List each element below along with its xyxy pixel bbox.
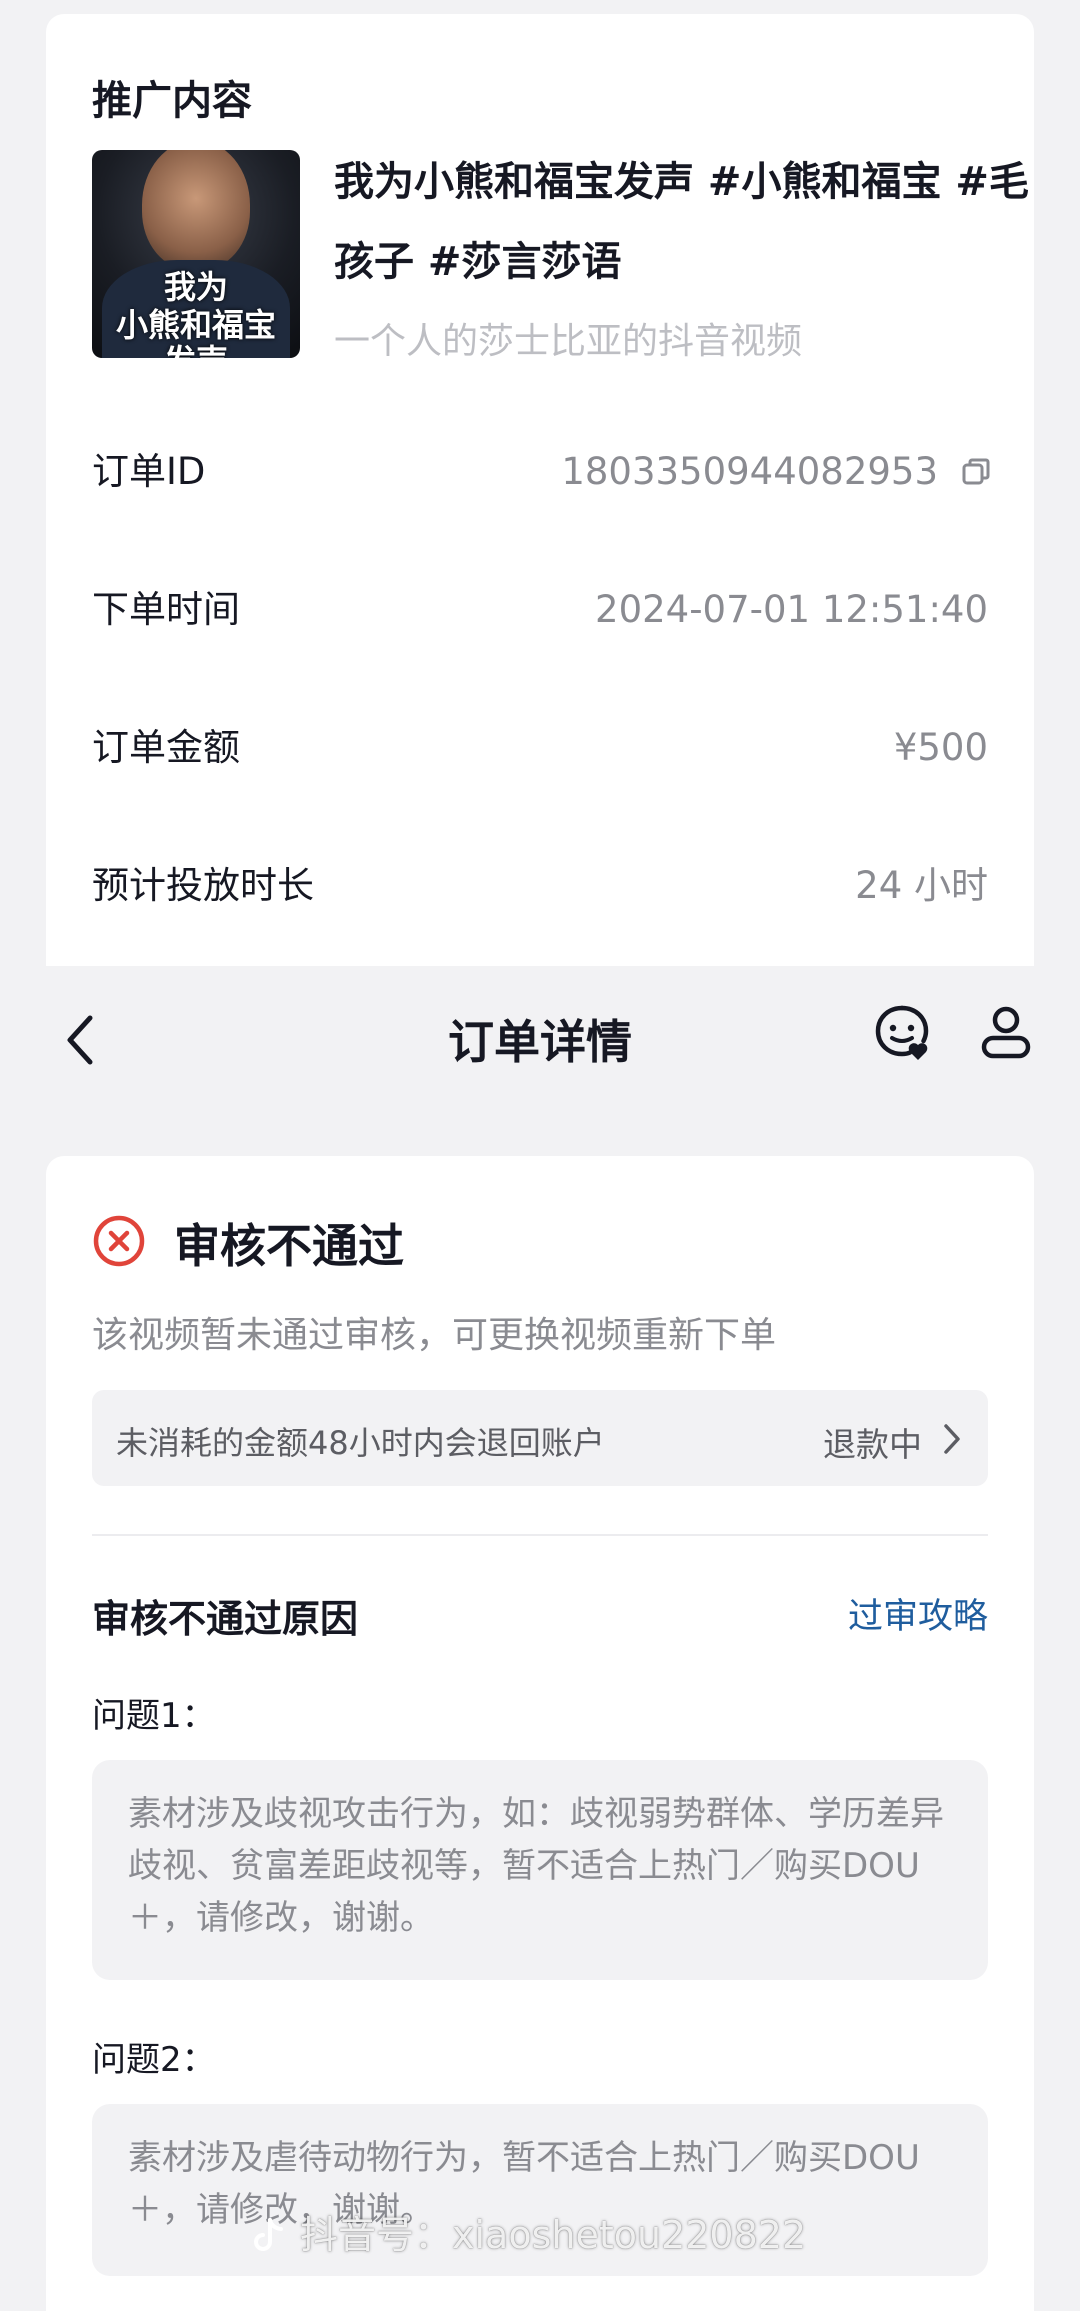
review-card: 审核不通过 该视频暂未通过审核，可更换视频重新下单 未消耗的金额48小时内会退回… bbox=[46, 1156, 1034, 2311]
issue-1-label: 问题1： bbox=[92, 1696, 216, 1736]
watermark-text: 抖音号：xiaoshetou220822 bbox=[300, 2213, 807, 2257]
refund-status-row[interactable]: 未消耗的金额48小时内会退回账户 退款中 bbox=[92, 1390, 988, 1486]
duration-value: 24 小时 bbox=[855, 864, 988, 907]
refund-status: 退款中 bbox=[823, 1425, 922, 1464]
refund-note: 未消耗的金额48小时内会退回账户 bbox=[116, 1424, 605, 1462]
thumbnail-caption-line1: 我为 bbox=[163, 268, 228, 306]
issue-1-box: 素材涉及歧视攻击行为，如：歧视弱势群体、学历差异歧视、贫富差距歧视等，暂不适合上… bbox=[92, 1760, 988, 1980]
order-time-value: 2024-07-01 12:51:40 bbox=[595, 588, 988, 631]
reason-section-title: 审核不通过原因 bbox=[92, 1597, 359, 1641]
issue-2-label: 问题2： bbox=[92, 2040, 216, 2080]
order-id-row bbox=[92, 306, 988, 366]
copy-icon[interactable] bbox=[960, 456, 992, 488]
status-title: 审核不通过 bbox=[174, 1219, 404, 1273]
promotion-section-title: 推广内容 bbox=[92, 78, 252, 124]
order-amount-label: 订单金额 bbox=[92, 726, 240, 769]
order-time-label: 下单时间 bbox=[92, 588, 240, 631]
chevron-right-icon bbox=[944, 1424, 960, 1454]
order-id-value: 1803350944082953 bbox=[561, 450, 938, 493]
issue-1-text: 素材涉及歧视攻击行为，如：歧视弱势群体、学历差异歧视、贫富差距歧视等，暂不适合上… bbox=[128, 1794, 944, 1938]
duration-row: 预计投放时长 24 小时 bbox=[92, 856, 988, 916]
error-circle-icon bbox=[93, 1215, 145, 1267]
customer-service-icon[interactable] bbox=[872, 1002, 932, 1062]
video-title[interactable]: 我为小熊和福宝发声 #小熊和福宝 #毛孩子 #莎言莎语 bbox=[334, 142, 1034, 302]
status-description: 该视频暂未通过审核，可更换视频重新下单 bbox=[92, 1315, 777, 1356]
divider bbox=[92, 1534, 988, 1536]
order-amount-value: ¥500 bbox=[893, 726, 988, 769]
duration-label: 预计投放时长 bbox=[92, 864, 314, 907]
promotion-card: 推广内容 我为 小熊和福宝 发声 我为小熊和福宝发声 #小熊和福宝 #毛孩子 #… bbox=[46, 14, 1034, 966]
user-icon[interactable] bbox=[978, 1002, 1034, 1062]
order-time-row: 下单时间 2024-07-01 12:51:40 bbox=[92, 580, 988, 640]
watermark: 抖音号：xiaoshetou220822 bbox=[250, 2204, 806, 2259]
order-id-label: 订单ID bbox=[92, 450, 206, 493]
order-id-row: 订单ID 1803350944082953 bbox=[92, 442, 990, 502]
nav-bar: 订单详情 bbox=[0, 966, 1080, 1114]
order-amount-row: 订单金额 ¥500 bbox=[92, 718, 988, 778]
review-guide-link[interactable]: 过审攻略 bbox=[848, 1588, 988, 1639]
douyin-logo-icon bbox=[254, 2218, 283, 2251]
